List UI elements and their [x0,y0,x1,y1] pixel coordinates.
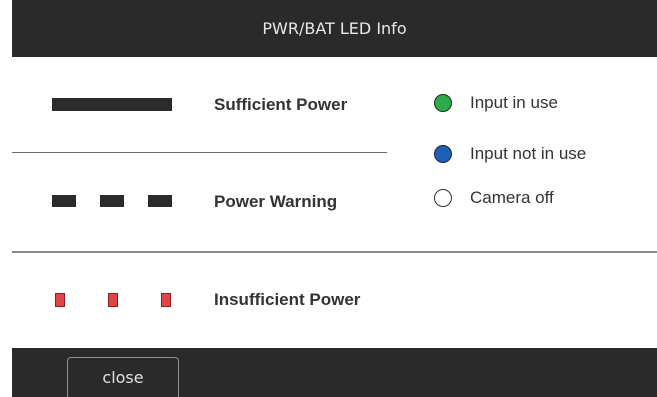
row-divider [12,152,387,153]
legend-item-input-in-use: Input in use [434,93,558,113]
dialog-footer: close [12,348,657,397]
led-info-dialog: PWR/BAT LED Info Sufficient Power Power … [12,0,657,397]
legend-label: Input not in use [470,144,587,163]
legend-label: Input in use [470,93,558,112]
legend-item-camera-off: Camera off [434,188,554,208]
section-divider [12,251,657,253]
blue-dot-icon [434,145,452,163]
green-dot-icon [434,94,452,112]
solid-led-indicator-icon [52,98,172,111]
insufficient-power-label: Insufficient Power [214,290,361,309]
warning-led-block-icon [148,195,172,207]
warning-led-block-icon [52,195,76,207]
red-led-dot-icon [161,293,171,307]
legend-item-input-not-in-use: Input not in use [434,144,586,164]
power-warning-label: Power Warning [214,192,338,211]
sufficient-power-label: Sufficient Power [214,95,348,114]
empty-circle-icon [434,189,452,207]
dialog-titlebar: PWR/BAT LED Info [12,0,657,57]
dialog-content: Sufficient Power Power Warning Insuffici… [12,57,657,348]
warning-led-block-icon [100,195,124,207]
dialog-title: PWR/BAT LED Info [262,19,407,38]
red-led-dot-icon [55,293,65,307]
legend-label: Camera off [470,188,554,207]
close-button[interactable]: close [67,357,179,397]
red-led-dot-icon [108,293,118,307]
